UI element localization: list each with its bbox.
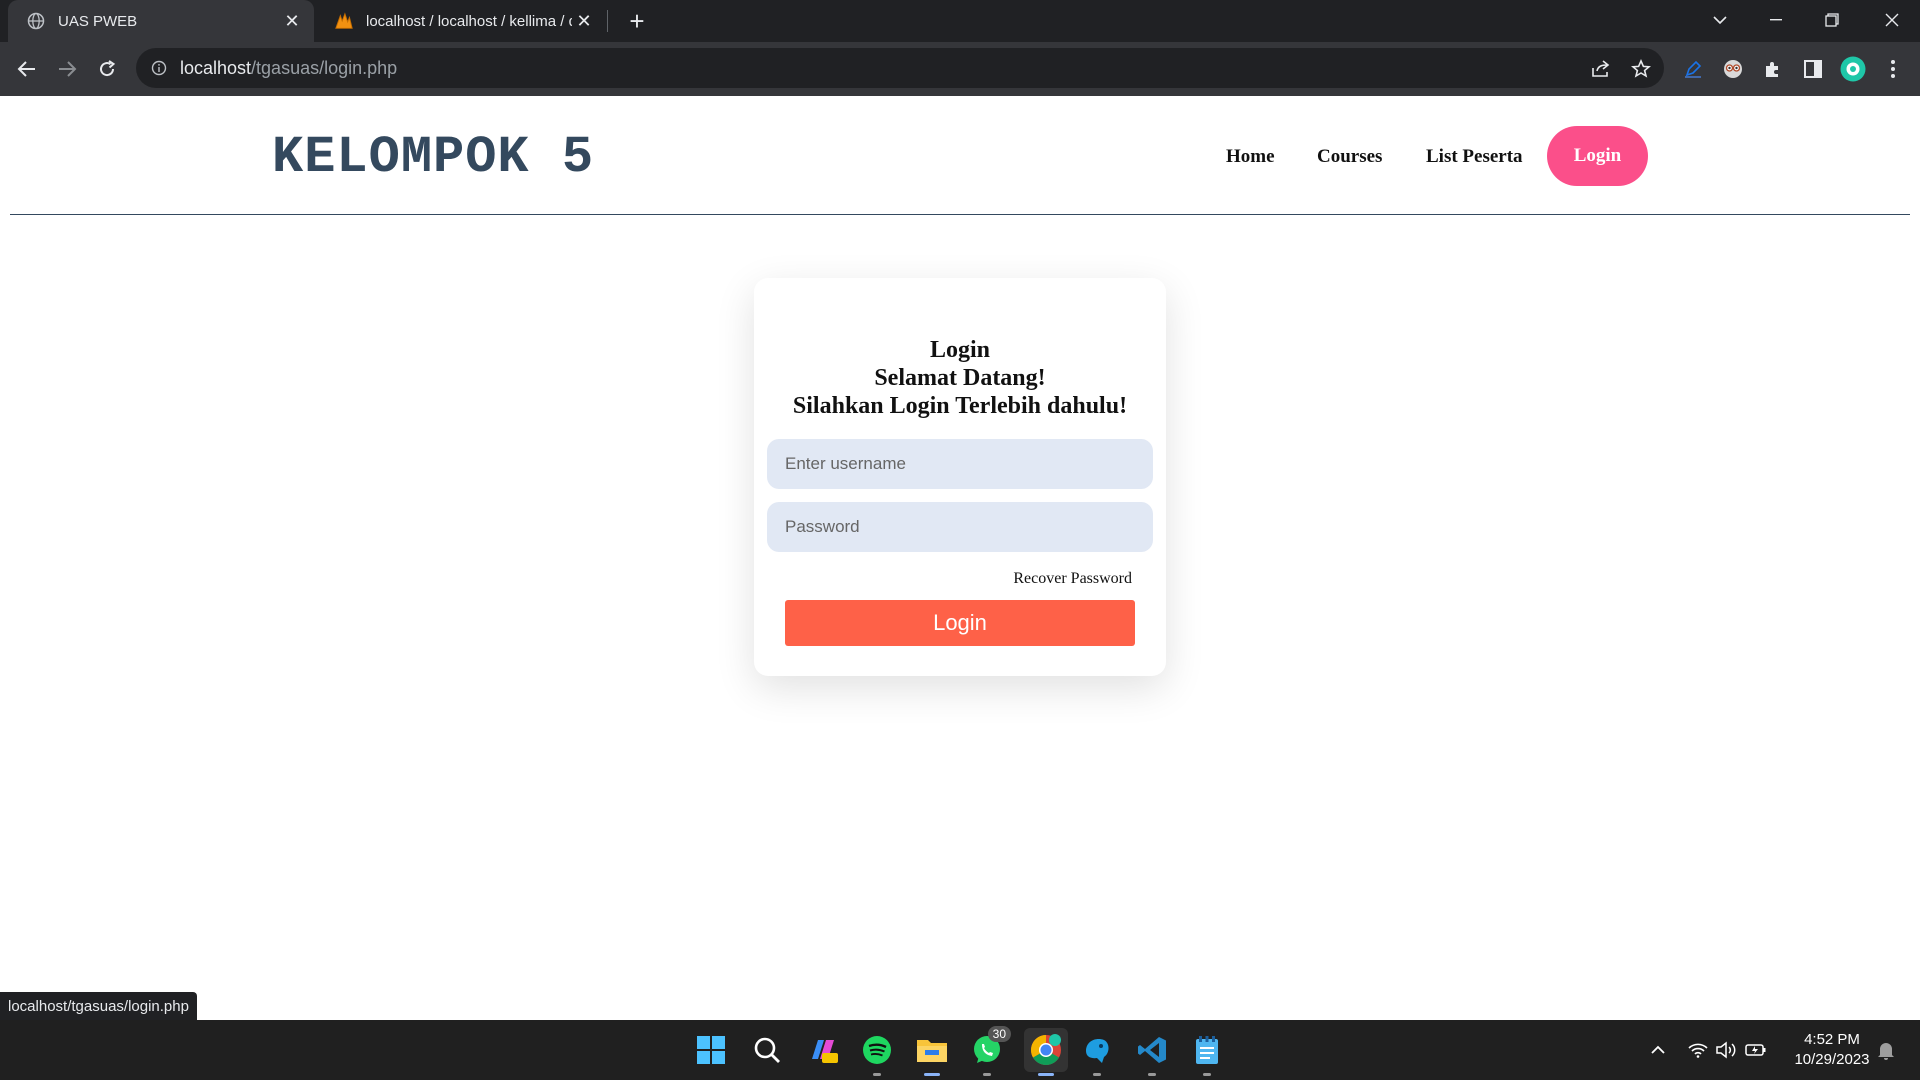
tray-overflow-chevron-icon[interactable] xyxy=(1646,1038,1670,1062)
running-indicator xyxy=(1093,1073,1101,1076)
running-indicator xyxy=(1203,1073,1211,1076)
header-divider xyxy=(10,214,1910,215)
login-heading-line2: Selamat Datang! xyxy=(874,365,1046,391)
site-brand[interactable]: KELOMPOK 5 xyxy=(272,128,594,187)
battery-icon[interactable] xyxy=(1744,1038,1768,1062)
running-indicator xyxy=(924,1073,940,1076)
login-submit-button[interactable]: Login xyxy=(785,600,1135,646)
new-tab-button[interactable]: + xyxy=(622,6,652,36)
extension-mascot-icon[interactable] xyxy=(1720,56,1746,82)
restore-button[interactable] xyxy=(1804,0,1860,40)
reload-button[interactable] xyxy=(92,54,122,84)
site-info-icon[interactable] xyxy=(150,59,168,77)
vscode-icon[interactable] xyxy=(1134,1032,1170,1076)
web-page: KELOMPOK 5 Home Courses List Peserta Log… xyxy=(0,96,1920,1020)
url-path: /tgasuas/login.php xyxy=(251,57,398,78)
windows-taskbar: 30 4:52 PM 10/29/2023 xyxy=(0,1020,1920,1080)
mysql-workbench-icon[interactable] xyxy=(1079,1032,1115,1076)
clock-date: 10/29/2023 xyxy=(1794,1051,1870,1068)
login-card: Login Selamat Datang! Silahkan Login Ter… xyxy=(754,278,1166,676)
nav-login-button[interactable]: Login xyxy=(1547,126,1648,186)
tab-separator xyxy=(607,10,608,32)
file-explorer-icon[interactable] xyxy=(914,1032,950,1076)
nav-list-peserta[interactable]: List Peserta xyxy=(1426,146,1523,168)
chrome-icon[interactable] xyxy=(1024,1028,1068,1076)
close-window-button[interactable] xyxy=(1864,0,1920,40)
browser-toolbar: localhost/tgasuas/login.php xyxy=(0,42,1920,96)
bookmark-star-icon[interactable] xyxy=(1630,58,1652,80)
close-tab-icon[interactable]: ✕ xyxy=(280,9,304,33)
whatsapp-icon[interactable]: 30 xyxy=(969,1026,1011,1076)
running-indicator xyxy=(1038,1073,1054,1076)
running-indicator xyxy=(1148,1073,1156,1076)
phpmyadmin-icon xyxy=(334,11,354,31)
tab-title: localhost / localhost / kellima / d xyxy=(366,12,572,30)
minimize-button[interactable] xyxy=(1748,0,1804,40)
extension-edit-icon[interactable] xyxy=(1680,56,1706,82)
url-host: localhost xyxy=(180,57,252,78)
tab-phpmyadmin[interactable]: localhost / localhost / kellima / d ✕ xyxy=(316,0,606,42)
spotify-icon[interactable] xyxy=(859,1032,895,1076)
search-icon[interactable] xyxy=(749,1032,785,1068)
tab-search-icon[interactable] xyxy=(1692,0,1748,40)
login-heading-line3: Silahkan Login Terlebih dahulu! xyxy=(792,393,1128,419)
nav-home[interactable]: Home xyxy=(1226,146,1275,168)
profile-avatar[interactable] xyxy=(1840,56,1866,82)
side-panel-icon[interactable] xyxy=(1800,56,1826,82)
tab-title: UAS PWEB xyxy=(58,12,138,30)
notification-bell-icon[interactable] xyxy=(1874,1038,1898,1062)
tab-uas-pweb[interactable]: UAS PWEB ✕ xyxy=(8,0,314,42)
address-url: localhost/tgasuas/login.php xyxy=(180,58,397,79)
login-heading-line1: Login xyxy=(929,337,991,363)
share-icon[interactable] xyxy=(1590,58,1612,80)
username-input[interactable] xyxy=(767,439,1153,489)
recover-password-link[interactable]: Recover Password xyxy=(754,570,1132,588)
running-indicator xyxy=(983,1073,991,1076)
whatsapp-unread-badge: 30 xyxy=(987,1026,1011,1042)
extensions-puzzle-icon[interactable] xyxy=(1760,56,1786,82)
volume-icon[interactable] xyxy=(1714,1038,1738,1062)
close-tab-icon[interactable]: ✕ xyxy=(572,9,596,33)
browser-tab-bar: UAS PWEB ✕ localhost / localhost / kelli… xyxy=(0,0,1920,42)
globe-icon xyxy=(26,11,46,31)
nav-courses[interactable]: Courses xyxy=(1317,146,1382,168)
password-input[interactable] xyxy=(767,502,1153,552)
wifi-icon[interactable] xyxy=(1686,1038,1710,1062)
running-indicator xyxy=(873,1073,881,1076)
forward-button[interactable] xyxy=(52,54,82,84)
address-bar[interactable]: localhost/tgasuas/login.php xyxy=(136,48,1664,88)
clock-time: 4:52 PM xyxy=(1804,1031,1860,1048)
link-status-bar: localhost/tgasuas/login.php xyxy=(0,992,197,1020)
notepad-icon[interactable] xyxy=(1189,1032,1225,1076)
back-button[interactable] xyxy=(12,54,42,84)
copilot-pre-icon[interactable] xyxy=(805,1032,841,1068)
login-heading: Login Selamat Datang! Silahkan Login Ter… xyxy=(754,336,1166,420)
browser-menu-icon[interactable] xyxy=(1880,56,1906,82)
windows-start-icon[interactable] xyxy=(693,1032,729,1068)
taskbar-clock[interactable]: 4:52 PM 10/29/2023 xyxy=(1784,1030,1880,1070)
